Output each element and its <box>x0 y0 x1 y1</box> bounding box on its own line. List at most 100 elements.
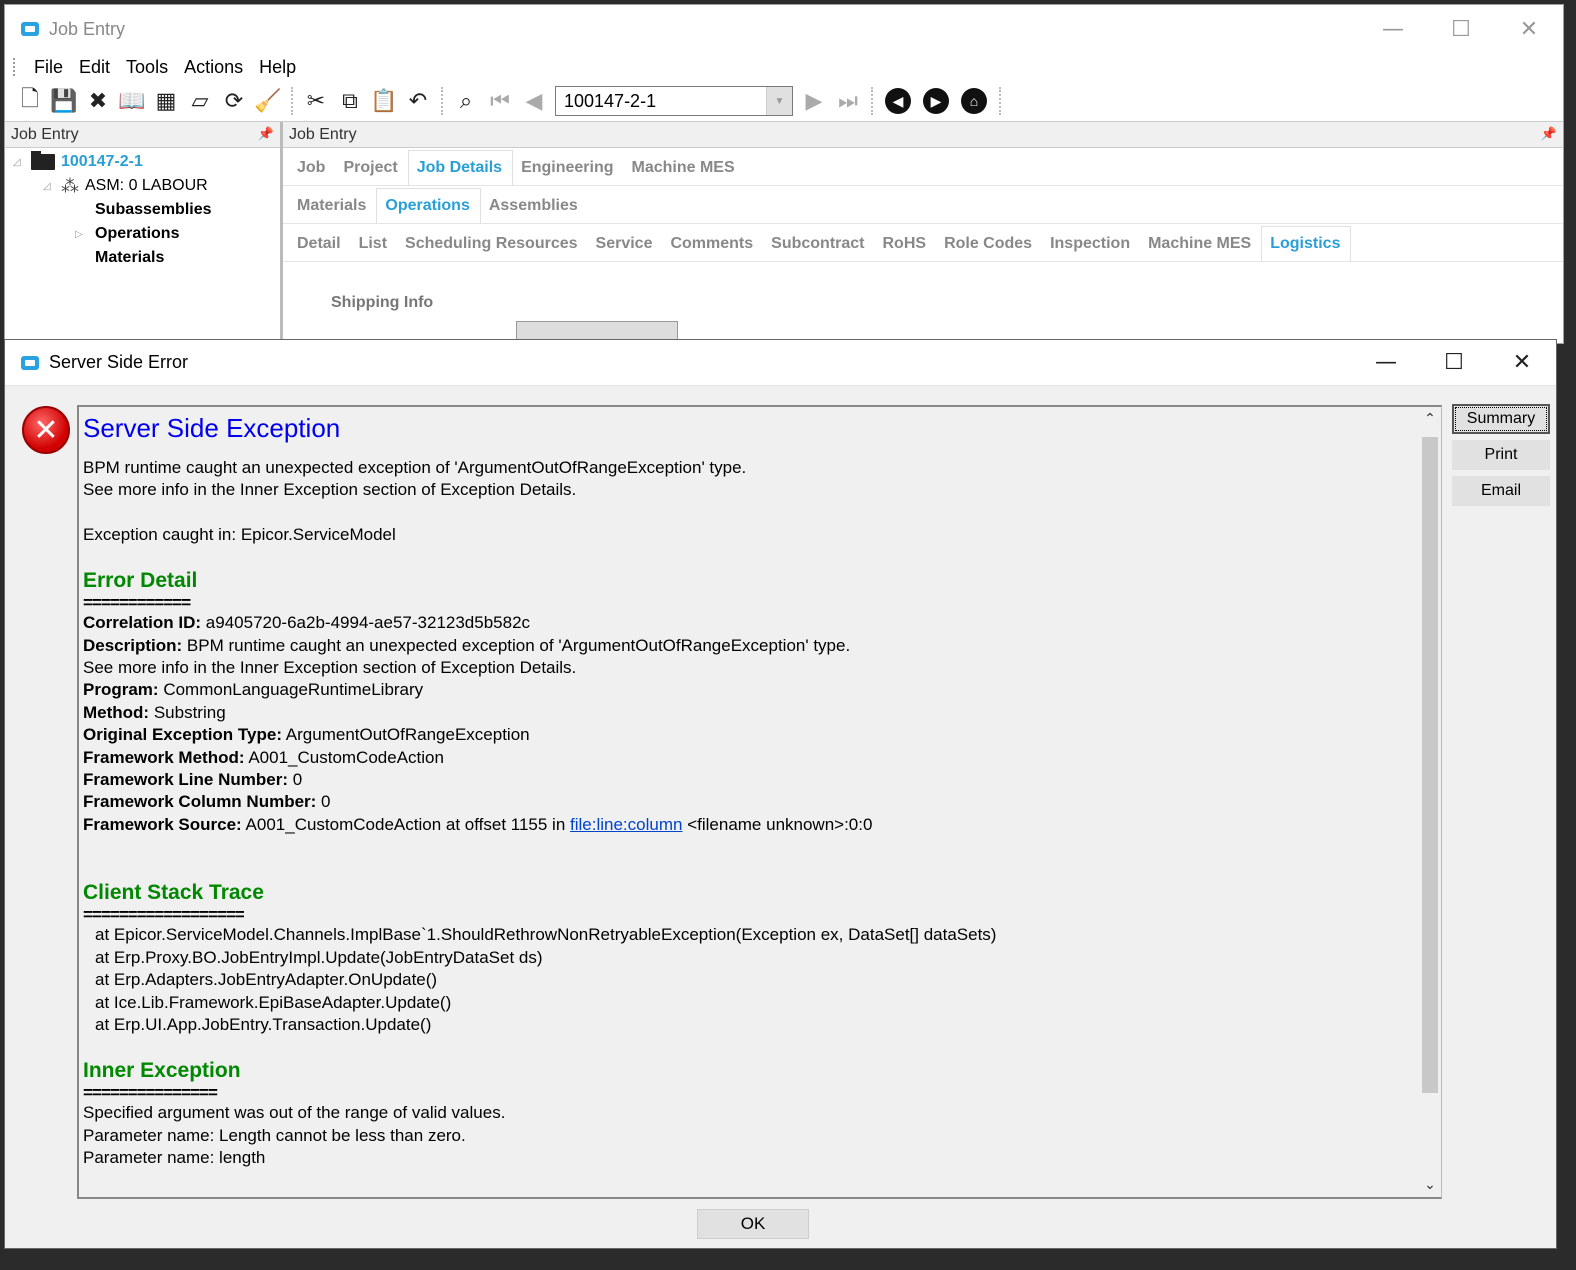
search-binoculars-icon[interactable]: ⌕ <box>449 85 483 117</box>
close-button[interactable]: ✕ <box>1495 5 1563 53</box>
fw-col-row: Framework Column Number: 0 <box>83 791 1437 813</box>
new-document-icon[interactable]: 🗋 <box>13 85 47 117</box>
delete-icon[interactable]: ✖ <box>81 85 115 117</box>
job-entry-window: Job Entry — ☐ ✕ File Edit Tools Actions … <box>4 4 1564 345</box>
menu-tools[interactable]: Tools <box>118 57 176 78</box>
tab-machine-mes[interactable]: Machine MES <box>624 159 745 185</box>
tree-panel-title: Job Entry <box>11 125 79 143</box>
tabs-level2: Materials Operations Assemblies <box>283 186 1563 224</box>
tab-scheduling-resources[interactable]: Scheduling Resources <box>397 235 588 261</box>
tree-node-materials[interactable]: Materials <box>13 246 280 270</box>
obscured-button[interactable] <box>516 321 678 341</box>
fw-line-value: 0 <box>292 770 303 790</box>
error-detail-heading: Error Detail <box>83 569 198 593</box>
scroll-thumb[interactable] <box>1422 437 1438 1093</box>
tree-node-subassemblies[interactable]: Subassemblies <box>13 198 280 222</box>
tree-node-job-label: 100147-2-1 <box>61 153 143 170</box>
tab-role-codes[interactable]: Role Codes <box>936 235 1042 261</box>
copy-icon[interactable]: ⧉ <box>333 85 367 117</box>
scroll-up-icon[interactable]: ⌃ <box>1419 407 1441 431</box>
tab-assemblies[interactable]: Assemblies <box>481 197 588 223</box>
tab-rohs[interactable]: RoHS <box>875 235 937 261</box>
client-stack-heading: Client Stack Trace <box>83 881 264 905</box>
tree-node-job[interactable]: ◿ 100147-2-1 <box>13 150 280 174</box>
stack-line: at Erp.Adapters.JobEntryAdapter.OnUpdate… <box>95 970 438 990</box>
book-icon[interactable]: 📖 <box>115 85 149 117</box>
tab-materials[interactable]: Materials <box>289 197 376 223</box>
tab-service[interactable]: Service <box>588 235 663 261</box>
back-icon[interactable]: ◀ <box>885 88 911 114</box>
job-tree: ◿ 100147-2-1 ◿ ⁂ ASM: 0 LABOUR Subassemb… <box>5 148 280 270</box>
email-button[interactable]: Email <box>1452 476 1550 506</box>
next-record-icon[interactable]: ▶ <box>797 85 831 117</box>
orig-type-label: Original Exception Type: <box>83 725 282 745</box>
forward-icon[interactable]: ▶ <box>923 88 949 114</box>
pin-icon[interactable]: 📌 <box>258 127 274 142</box>
error-details-box[interactable]: Server Side Exception BPM runtime caught… <box>77 405 1442 1199</box>
fw-line-row: Framework Line Number: 0 <box>83 769 1437 791</box>
undo-icon[interactable]: ↶ <box>401 85 435 117</box>
tab-inspection[interactable]: Inspection <box>1042 235 1140 261</box>
tabs-level3: Detail List Scheduling Resources Service… <box>283 224 1563 262</box>
dialog-minimize-button[interactable]: — <box>1352 339 1420 387</box>
ok-button[interactable]: OK <box>697 1209 809 1239</box>
panels: Job Entry 📌 ◿ 100147-2-1 ◿ ⁂ ASM: 0 LABO… <box>5 121 1563 345</box>
first-record-icon[interactable]: ⏮ <box>483 85 517 117</box>
save-icon[interactable]: 💾 <box>47 85 81 117</box>
job-number-combo[interactable]: 100147-2-1 ▼ <box>555 86 793 116</box>
file-line-column-link[interactable]: file:line:column <box>570 815 682 834</box>
app-icon <box>21 22 39 36</box>
toolbar: 🗋 💾 ✖ 📖 ▦ ▱ ⟳ 🧹 ✂ ⧉ 📋 ↶ ⌕ ⏮ ◀ 100147-2-1… <box>5 81 1563 121</box>
expand-triangle-icon[interactable]: ◿ <box>43 181 57 192</box>
collapsed-triangle-icon[interactable]: ▷ <box>75 229 95 240</box>
tab-engineering[interactable]: Engineering <box>513 159 623 185</box>
grid-icon[interactable]: ▦ <box>149 85 183 117</box>
menu-actions[interactable]: Actions <box>176 57 251 78</box>
minimize-button[interactable]: — <box>1359 5 1427 53</box>
menu-help[interactable]: Help <box>251 57 304 78</box>
pin-icon[interactable]: 📌 <box>1541 127 1557 142</box>
tabs-level1: Job Project Job Details Engineering Mach… <box>283 148 1563 186</box>
home-icon[interactable]: ⌂ <box>961 88 987 114</box>
tree-node-assembly[interactable]: ◿ ⁂ ASM: 0 LABOUR <box>13 174 280 198</box>
summary-button[interactable]: Summary <box>1452 404 1550 434</box>
tab-logistics[interactable]: Logistics <box>1261 226 1352 261</box>
clear-icon[interactable]: 🧹 <box>251 85 285 117</box>
tab-job[interactable]: Job <box>289 159 335 185</box>
main-titlebar[interactable]: Job Entry — ☐ ✕ <box>5 5 1563 53</box>
tab-comments[interactable]: Comments <box>662 235 763 261</box>
scroll-down-icon[interactable]: ⌄ <box>1419 1173 1441 1197</box>
tab-list[interactable]: List <box>351 235 397 261</box>
print-button[interactable]: Print <box>1452 440 1550 470</box>
expand-triangle-icon[interactable]: ◿ <box>13 157 27 168</box>
fw-source-label: Framework Source: <box>83 814 242 834</box>
menu-file[interactable]: File <box>26 57 71 78</box>
program-row: Program: CommonLanguageRuntimeLibrary <box>83 679 1437 701</box>
note-icon[interactable]: ▱ <box>183 85 217 117</box>
fw-source-row: Framework Source: A001_CustomCodeAction … <box>83 814 1437 836</box>
dialog-maximize-button[interactable]: ☐ <box>1420 339 1488 387</box>
refresh-icon[interactable]: ⟳ <box>217 85 251 117</box>
tree-node-operations[interactable]: ▷ Operations <box>13 222 280 246</box>
dialog-close-button[interactable]: ✕ <box>1488 339 1556 387</box>
previous-record-icon[interactable]: ◀ <box>517 85 551 117</box>
menu-edit[interactable]: Edit <box>71 57 118 78</box>
cut-icon[interactable]: ✂ <box>299 85 333 117</box>
orig-type-row: Original Exception Type: ArgumentOutOfRa… <box>83 724 1437 746</box>
tab-subcontract[interactable]: Subcontract <box>763 235 874 261</box>
fw-line-label: Framework Line Number: <box>83 770 288 790</box>
dialog-titlebar[interactable]: Server Side Error — ☐ ✕ <box>5 340 1556 386</box>
tree-node-assembly-label: ASM: 0 LABOUR <box>85 177 208 194</box>
tab-project[interactable]: Project <box>335 159 407 185</box>
maximize-button[interactable]: ☐ <box>1427 5 1495 53</box>
exception-heading: Server Side Exception <box>83 413 341 443</box>
tab-machine-mes-ops[interactable]: Machine MES <box>1140 235 1261 261</box>
last-record-icon[interactable]: ⏭ <box>831 85 865 117</box>
tab-detail[interactable]: Detail <box>289 235 351 261</box>
chevron-down-icon[interactable]: ▼ <box>766 87 792 115</box>
paste-icon[interactable]: 📋 <box>367 85 401 117</box>
stack-line: at Epicor.ServiceModel.Channels.ImplBase… <box>95 925 997 945</box>
tab-job-details[interactable]: Job Details <box>407 150 514 185</box>
tab-operations[interactable]: Operations <box>376 188 481 223</box>
vertical-scrollbar[interactable]: ⌃ ⌄ <box>1419 407 1441 1197</box>
